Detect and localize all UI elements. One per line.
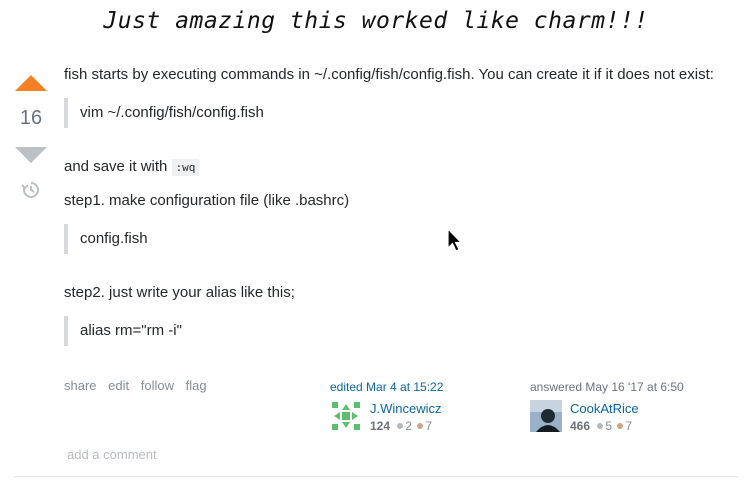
mouse-cursor-icon	[447, 227, 463, 259]
arrow-up-icon[interactable]	[15, 75, 47, 91]
bronze-badge-count: 7	[425, 419, 433, 433]
share-link[interactable]: share	[64, 378, 97, 393]
step1-paragraph: step1. make configuration file (like .ba…	[64, 192, 350, 209]
step2-paragraph: step2. just write your alias like this;	[64, 284, 295, 301]
add-comment-link[interactable]: add a comment	[67, 447, 157, 462]
answerer-name-link[interactable]: CookAtRice	[570, 401, 639, 416]
headline: Just amazing this worked like charm!!!	[103, 8, 649, 34]
answerer-signature: answered May 16 '17 at 6:50 CookAtRice 4…	[530, 380, 730, 433]
editor-signature: edited Mar 4 at 15:22 J.Wincewicz 124 2 …	[330, 380, 500, 433]
edit-link[interactable]: edit	[108, 378, 129, 393]
intro-paragraph: fish starts by executing commands in ~/.…	[64, 66, 714, 83]
history-icon[interactable]	[19, 178, 43, 202]
answerer-stats: 466 5 7	[570, 419, 632, 433]
arrow-down-icon[interactable]	[15, 147, 47, 163]
edited-timestamp[interactable]: edited Mar 4 at 15:22	[330, 380, 500, 394]
avatar[interactable]	[330, 400, 362, 432]
silver-badge-icon	[597, 423, 604, 430]
save-paragraph: and save it with :wq	[64, 158, 200, 177]
editor-stats: 124 2 7	[370, 419, 432, 433]
quote-block: vim ~/.config/fish/config.fish	[64, 98, 264, 128]
reputation-score: 124	[370, 419, 391, 433]
silver-badge-icon	[397, 423, 404, 430]
silver-badge-count: 5	[605, 419, 613, 433]
post-menu: share edit follow flag	[64, 378, 215, 393]
answered-timestamp: answered May 16 '17 at 6:50	[530, 380, 684, 394]
bronze-badge-count: 7	[625, 419, 633, 433]
reputation-score: 466	[570, 419, 591, 433]
inline-code: :wq	[171, 159, 200, 176]
vote-score: 16	[19, 107, 43, 129]
bronze-badge-icon	[417, 423, 424, 430]
editor-name-link[interactable]: J.Wincewicz	[370, 401, 442, 416]
quote-block: alias rm="rm -i"	[64, 316, 182, 346]
bronze-badge-icon	[617, 423, 624, 430]
follow-link[interactable]: follow	[141, 378, 174, 393]
quote-block: config.fish	[64, 224, 148, 254]
save-text: and save it with	[64, 158, 168, 175]
flag-link[interactable]: flag	[186, 378, 207, 393]
avatar[interactable]	[530, 400, 562, 432]
divider	[14, 476, 738, 477]
silver-badge-count: 2	[405, 419, 413, 433]
